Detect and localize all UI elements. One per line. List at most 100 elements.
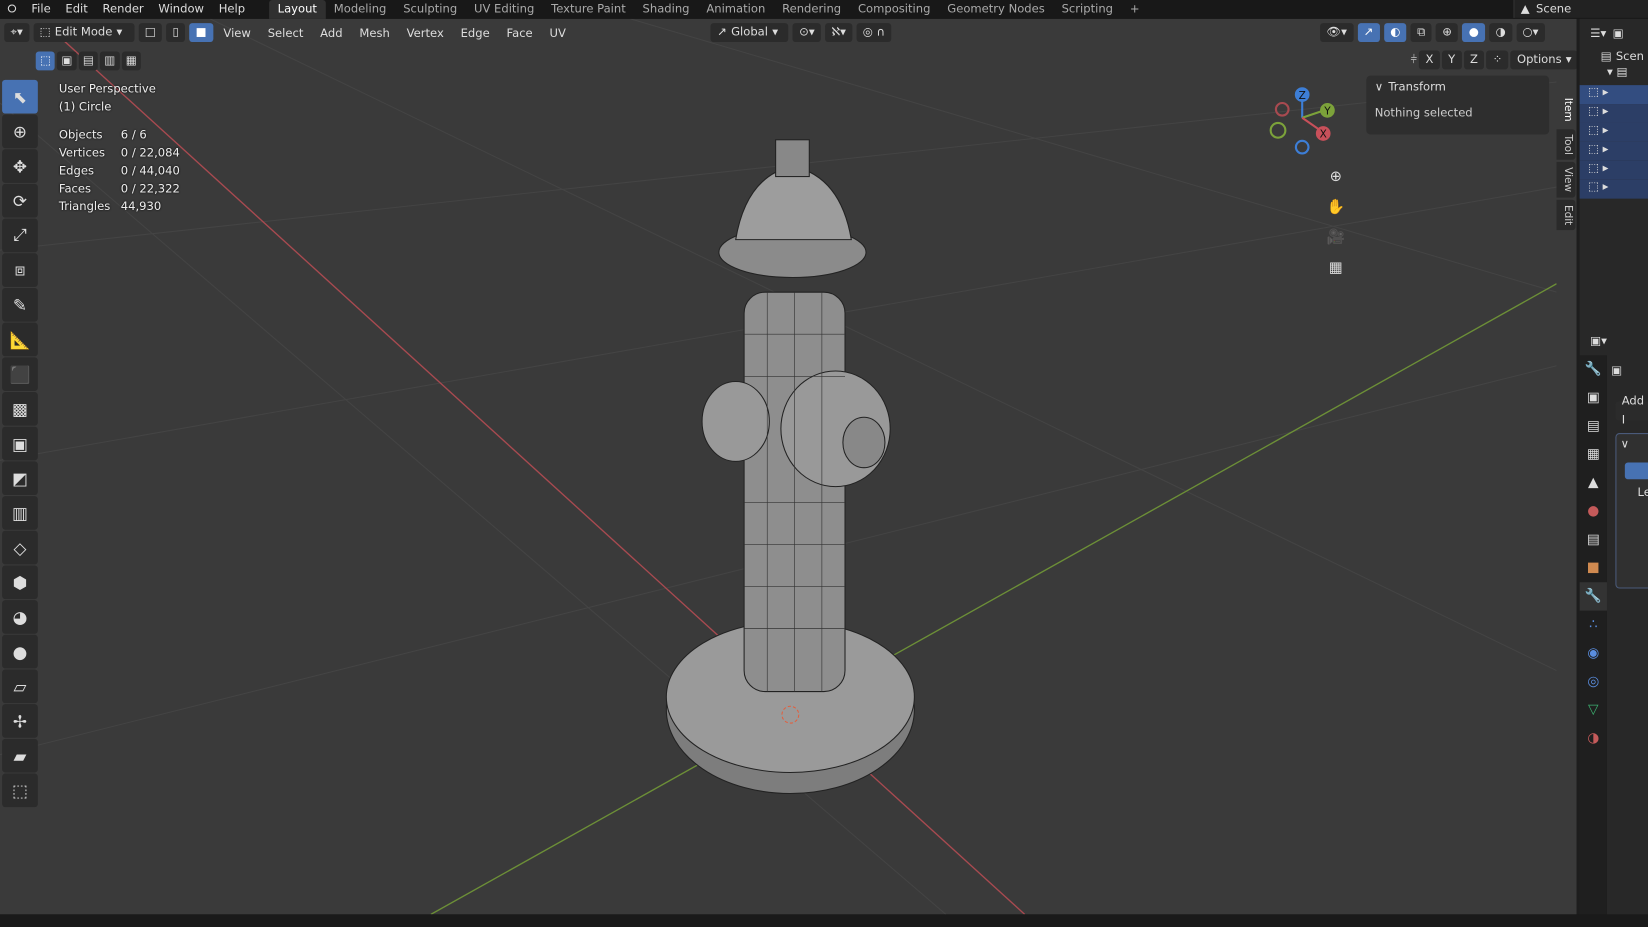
edge-select-button[interactable]: ▯ [166,23,186,43]
render-tab-icon[interactable]: ▣ [1580,384,1607,412]
navigation-gizmo[interactable]: Z Y X [1266,84,1340,163]
tab-modeling[interactable]: Modeling [325,0,394,19]
add-workspace-button[interactable]: + [1121,0,1148,19]
bevel-tool[interactable]: ◩ [2,461,38,496]
menu-add[interactable]: Add [314,26,349,40]
camera-view-icon[interactable]: 🎥 [1323,225,1348,250]
pan-hand-icon[interactable]: ✋ [1323,194,1348,219]
add-cube-tool[interactable]: ⬛ [2,357,38,391]
tab-sculpting[interactable]: Sculpting [395,0,466,19]
tab-tool[interactable]: Tool [1556,129,1576,160]
shrink-fatten-tool[interactable]: ✢ [2,704,38,738]
menu-view[interactable]: View [217,26,257,40]
menu-uv[interactable]: UV [543,26,572,40]
pivot-dropdown[interactable]: ⊙▾ [792,23,821,43]
output-tab-icon[interactable]: ▤ [1580,412,1607,440]
world-tab-icon[interactable]: ● [1580,497,1607,525]
transform-tool[interactable]: ⧈ [2,253,38,287]
select-new-button[interactable]: ⬚ [35,51,56,71]
outliner-object-row[interactable]: ⬚ ▸ [1579,104,1648,123]
constraints-tab-icon[interactable]: ◎ [1580,667,1607,695]
tab-texture-paint[interactable]: Texture Paint [543,0,634,19]
smooth-tool[interactable]: ● [2,634,38,669]
mirror-z-toggle[interactable]: Z [1463,50,1485,70]
tab-view[interactable]: View [1556,162,1576,198]
outliner-object-row[interactable]: ⬚ ▸ [1579,85,1648,105]
select-intersect-button[interactable]: ▦ [121,51,141,71]
material-shading[interactable]: ◑ [1489,23,1513,43]
spin-tool[interactable]: ◕ [2,600,38,634]
select-box-tool[interactable]: ⬉ [2,79,38,114]
menu-select[interactable]: Select [261,26,309,40]
editor-type-button[interactable]: ⌖▾ [4,23,30,43]
mode-dropdown[interactable]: ⬚ Edit Mode ▾ [33,23,135,43]
collection-tab-icon[interactable]: ▤ [1580,526,1607,554]
mirror-x-toggle[interactable]: X [1419,50,1440,70]
tab-shading[interactable]: Shading [634,0,698,19]
loop-cut-tool[interactable]: ▥ [2,496,38,530]
properties-editor-type[interactable]: ▣▾ [1580,334,1648,357]
select-subtract-button[interactable]: ▤ [78,51,98,71]
outliner-object-row[interactable]: ⬚ ▸ [1579,160,1648,180]
scale-tool[interactable]: ⤢ [2,218,38,253]
select-extend-button[interactable]: ▣ [57,51,77,71]
outliner-object-row[interactable]: ⬚ ▸ [1579,179,1648,199]
xray-toggle[interactable]: ⧉ [1410,23,1432,43]
menu-edge[interactable]: Edge [454,26,496,40]
particles-tab-icon[interactable]: ∴ [1580,611,1607,639]
menu-edit[interactable]: Edit [58,0,95,19]
menu-vertex[interactable]: Vertex [400,26,450,40]
menu-window[interactable]: Window [151,0,211,19]
menu-help[interactable]: Help [211,0,252,19]
modifier-tab-icon[interactable]: 🔧 [1579,582,1607,611]
physics-tab-icon[interactable]: ◉ [1580,639,1607,667]
object-tab-icon[interactable]: ■ [1580,554,1607,582]
overlay-toggle[interactable]: ◐ [1383,23,1407,43]
menu-face[interactable]: Face [500,26,539,40]
proportional-edit-toggle[interactable]: ◎ ∩ [856,23,892,43]
orientation-dropdown[interactable]: ↗ Global ▾ [710,23,789,43]
measure-tool[interactable]: 📐 [2,322,38,357]
mirror-y-toggle[interactable]: Y [1441,50,1462,70]
rendered-shading[interactable]: ○▾ [1516,23,1545,43]
add-modifier-button[interactable]: Add I [1615,394,1648,427]
knife-tool[interactable]: ◇ [2,530,38,565]
shear-tool[interactable]: ▰ [2,738,38,773]
tab-layout[interactable]: Layout [269,0,326,19]
outliner-collection-row[interactable]: ▾ ▤ [1580,65,1648,84]
menu-render[interactable]: Render [95,0,151,19]
zoom-icon[interactable]: ⊕ [1323,164,1348,189]
perspective-toggle-icon[interactable]: ▦ [1323,255,1348,280]
snap-toggle[interactable]: ℵ▾ [825,23,853,43]
menu-file[interactable]: File [24,0,58,19]
rip-tool[interactable]: ⬚ [2,773,38,808]
tab-geometry-nodes[interactable]: Geometry Nodes [939,0,1053,19]
chevron-down-icon[interactable]: ∨ [1616,434,1648,454]
outliner-object-row[interactable]: ⬚ ▸ [1579,122,1648,142]
material-tab-icon[interactable]: ◑ [1580,724,1607,752]
outliner[interactable]: ☰▾ ▣ ▤ Scen ▾ ▤ ⬚ ▸ ⬚ ▸ ⬚ ▸ ⬚ ▸ ⬚ ▸ ⬚ ▸ [1579,18,1648,331]
tab-animation[interactable]: Animation [698,0,774,19]
tab-edit[interactable]: Edit [1556,199,1576,231]
outliner-object-row[interactable]: ⬚ ▸ [1579,141,1648,161]
menu-mesh[interactable]: Mesh [353,26,396,40]
poly-build-tool[interactable]: ⬢ [2,565,38,600]
solid-shading[interactable]: ● [1462,23,1486,43]
gizmo-toggle[interactable]: ↗ [1357,23,1380,43]
outliner-scene-row[interactable]: ▤ Scen [1580,46,1648,65]
annotate-tool[interactable]: ✎ [2,287,38,322]
extrude-tool[interactable]: ▩ [2,392,38,426]
tab-uv-editing[interactable]: UV Editing [466,0,543,19]
view-layer-tab-icon[interactable]: ▦ [1580,440,1607,468]
transform-panel-header[interactable]: ∨ Transform [1366,76,1549,98]
filter-icon[interactable]: ▣ [1613,26,1624,40]
options-dropdown[interactable]: Options ▾ [1510,50,1577,70]
modifier-field[interactable] [1624,462,1648,480]
scene-tab-icon[interactable]: ▲ [1580,469,1607,497]
tab-rendering[interactable]: Rendering [774,0,850,19]
inset-tool[interactable]: ▣ [2,426,38,461]
data-tab-icon[interactable]: ▽ [1580,696,1607,724]
move-tool[interactable]: ✥ [2,149,38,183]
rotate-tool[interactable]: ⟳ [2,183,38,218]
scene-selector[interactable]: ▲ Scene [1513,0,1648,18]
